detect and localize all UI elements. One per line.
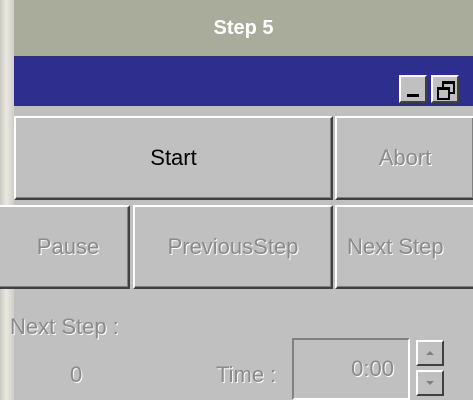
restore-icon (437, 81, 455, 100)
time-input[interactable]: 0:00 (292, 338, 410, 400)
restore-button[interactable] (431, 75, 459, 103)
step-title: Step 5 (213, 16, 274, 39)
time-label: Time : (216, 362, 277, 387)
abort-button-label: Abort (378, 145, 432, 170)
previous-step-button-label: PreviousStep (167, 234, 299, 259)
window-titlebar (14, 56, 473, 106)
time-spin-up-button[interactable] (416, 340, 444, 366)
next-step-label: Next Step : (10, 314, 119, 339)
photo-edge (0, 0, 14, 400)
triangle-down-icon (426, 381, 434, 385)
previous-step-button[interactable]: PreviousStep (133, 205, 333, 289)
step-header: Step 5 (14, 0, 473, 56)
pause-button-label: Pause (36, 234, 100, 259)
minimize-icon (407, 93, 419, 97)
minimize-button[interactable] (399, 75, 427, 103)
start-button[interactable]: Start (14, 116, 333, 200)
next-step-button[interactable]: Next Step (335, 205, 473, 289)
pause-button[interactable]: Pause (0, 205, 130, 289)
next-step-value: 0 (70, 362, 83, 387)
start-button-label: Start (150, 145, 197, 170)
triangle-up-icon (426, 351, 434, 355)
app-window: Start Abort Pause PreviousStep Next Step… (0, 56, 473, 400)
time-value: 0:00 (351, 356, 394, 381)
next-step-button-label: Next Step (347, 234, 444, 259)
time-spin-down-button[interactable] (416, 370, 444, 396)
abort-button[interactable]: Abort (335, 116, 473, 200)
